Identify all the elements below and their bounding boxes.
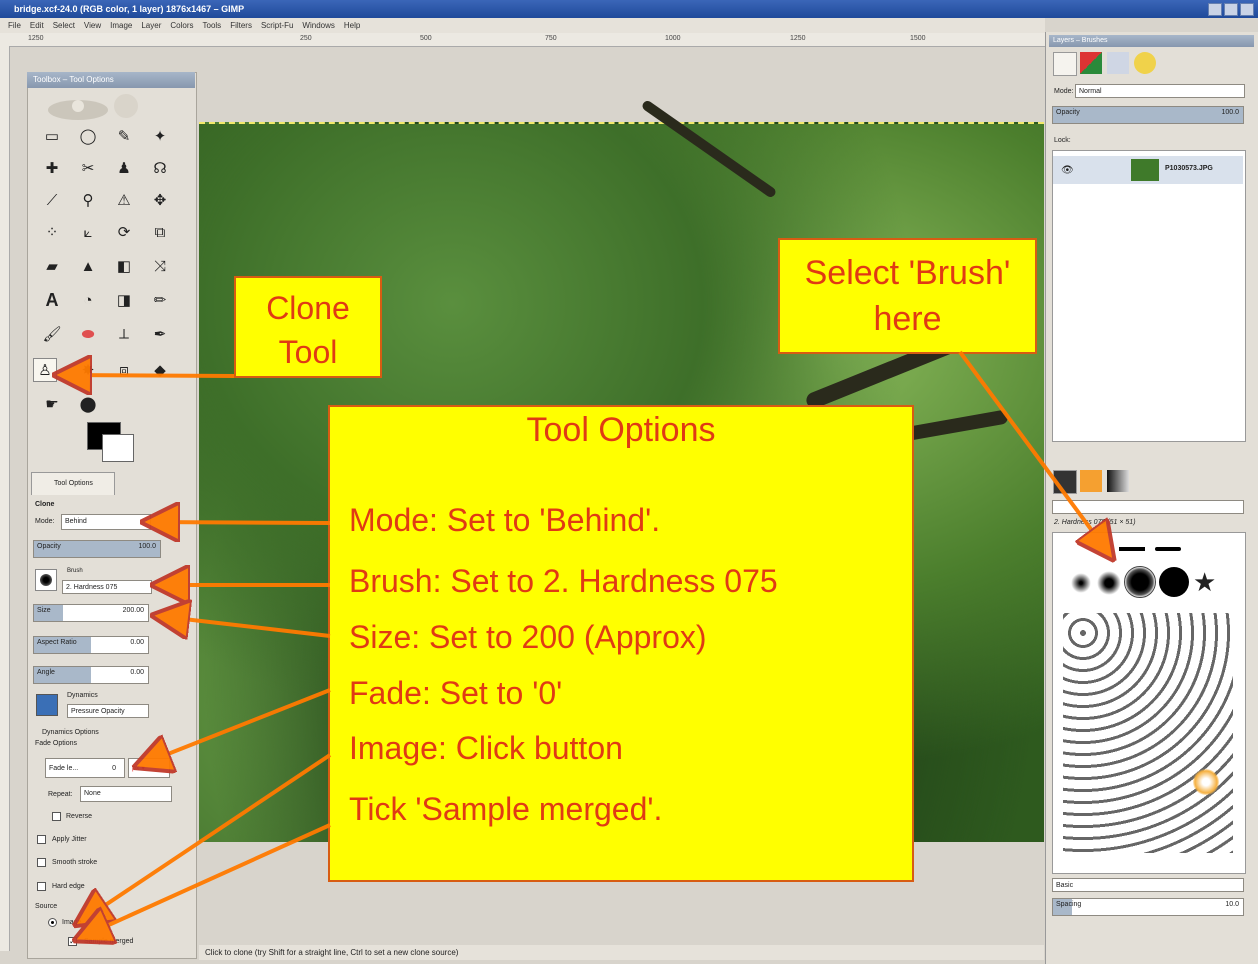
arrow-to-fade — [140, 688, 331, 765]
annotation-arrows — [0, 350, 1258, 964]
arrow-to-brush-grid — [958, 350, 1110, 555]
arrow-to-clone-tool — [60, 375, 235, 376]
arrow-to-mode — [148, 522, 331, 523]
arrow-to-size — [158, 616, 331, 636]
arrow-to-image — [80, 753, 332, 922]
arrow-to-sample-merged — [80, 823, 331, 938]
